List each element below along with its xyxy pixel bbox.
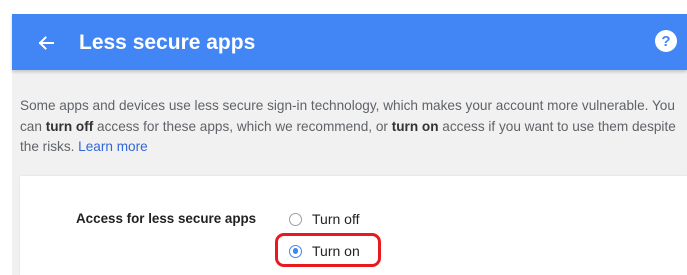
turn-off-label: Turn off: [312, 211, 360, 227]
description: Some apps and devices use less secure si…: [20, 96, 682, 158]
page-title: Less secure apps: [79, 31, 256, 54]
app-bar: Less secure apps ?: [12, 14, 687, 70]
arrow-left-icon: [38, 36, 54, 50]
back-button[interactable]: [32, 29, 60, 57]
page: Less secure apps ? Some apps and devices…: [0, 0, 687, 275]
help-button[interactable]: ?: [655, 30, 677, 52]
turn-off-radio[interactable]: [289, 212, 302, 226]
description-bold-turn-on: turn on: [391, 118, 439, 134]
turn-on-radio[interactable]: [289, 244, 302, 258]
description-bold-turn-off: turn off: [45, 118, 94, 134]
description-text-2: access for these apps, which we recommen…: [93, 118, 392, 134]
learn-more-link[interactable]: Learn more: [78, 139, 148, 154]
setting-label: Access for less secure apps: [76, 211, 257, 226]
turn-on-label: Turn on: [312, 243, 360, 259]
question-circle-icon: ?: [661, 32, 671, 50]
turn-off-option[interactable]: Turn off: [289, 211, 359, 227]
turn-on-option[interactable]: Turn on: [289, 243, 360, 259]
